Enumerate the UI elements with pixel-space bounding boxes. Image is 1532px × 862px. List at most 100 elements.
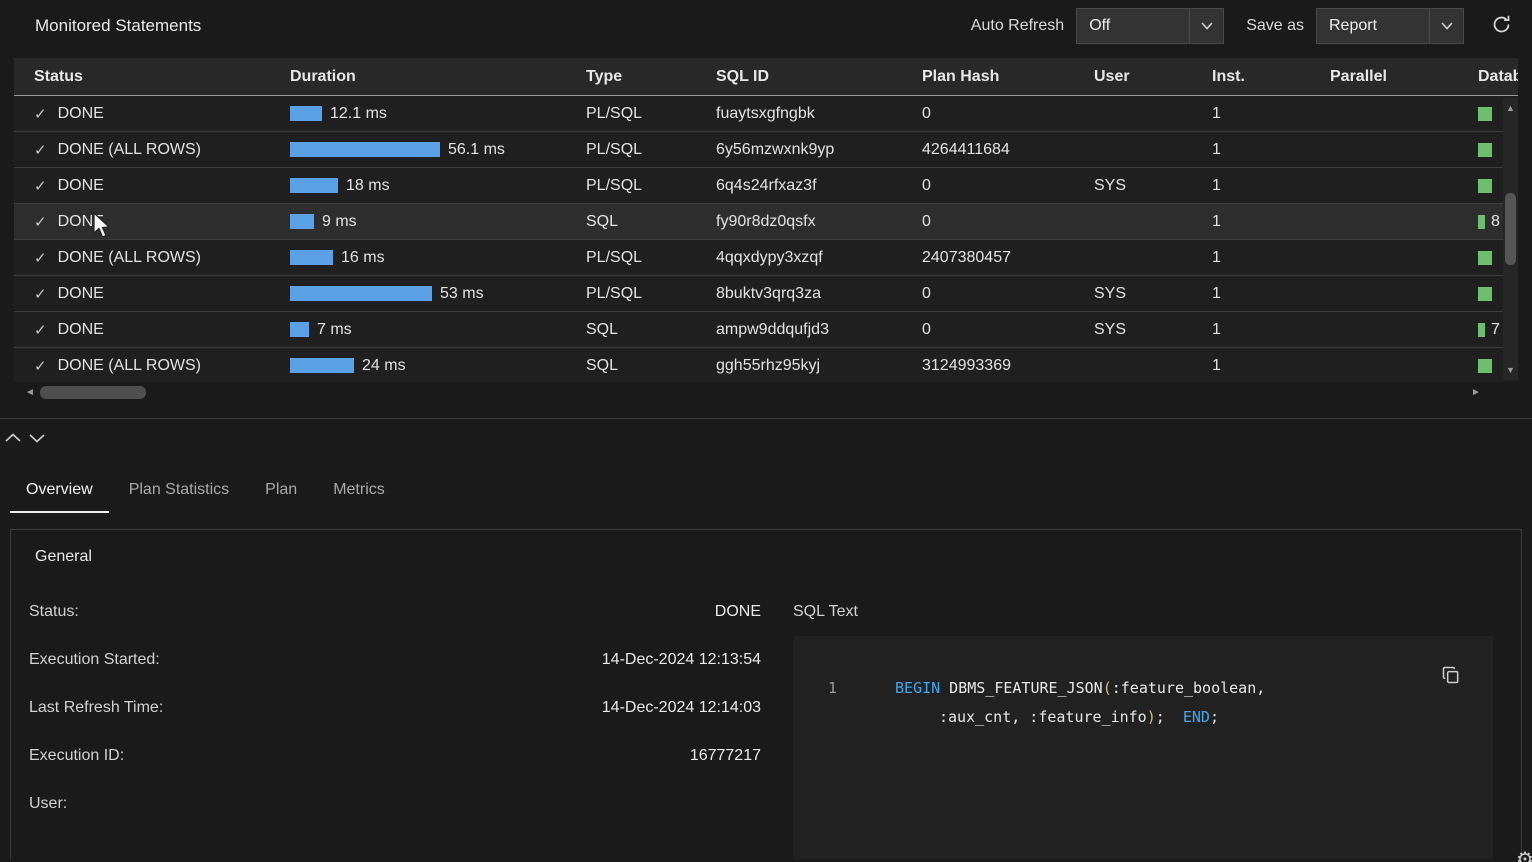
copy-button[interactable] [1437, 662, 1465, 690]
save-as-select[interactable]: Report [1316, 8, 1464, 44]
table-row[interactable]: ✓DONE (ALL ROWS) 24 ms SQL ggh55rhz95kyj… [14, 348, 1518, 382]
database-time-bar [1478, 215, 1485, 229]
column-header-inst[interactable]: Inst. [1192, 68, 1310, 86]
column-header-type[interactable]: Type [566, 68, 696, 86]
table-row[interactable]: ✓DONE 7 ms SQL ampw9ddqufjd3 0 SYS 1 7 [14, 312, 1518, 348]
sql-id-text: 8buktv3qrq3za [696, 285, 902, 303]
table-row[interactable]: ✓DONE 12.1 ms PL/SQL fuaytsxgfngbk 0 1 [14, 96, 1518, 132]
checkmark-icon: ✓ [34, 213, 47, 231]
database-time-bar [1478, 287, 1492, 301]
horizontal-scrollbar[interactable]: ◄ ► [14, 384, 1518, 404]
type-text: PL/SQL [566, 285, 696, 303]
duration-bar [290, 250, 333, 265]
general-section-title: General [27, 548, 1507, 566]
sql-id-text: fuaytsxgfngbk [696, 105, 902, 123]
column-header-status[interactable]: Status [14, 68, 270, 86]
sql-text-section: SQL Text 1BEGIN DBMS_FEATURE_JSON(:featu… [793, 588, 1507, 859]
type-text: PL/SQL [566, 141, 696, 159]
auto-refresh-select[interactable]: Off [1076, 8, 1224, 44]
field-execution-started: Execution Started: 14-Dec-2024 12:13:54 [29, 636, 767, 684]
plan-hash-text: 3124993369 [902, 357, 1074, 375]
tab-plan[interactable]: Plan [249, 471, 313, 513]
overview-panel: General Status: DONE Execution Started: … [10, 529, 1522, 859]
duration-text: 16 ms [341, 249, 385, 267]
copy-icon [1441, 665, 1461, 688]
field-last-refresh-time: Last Refresh Time: 14-Dec-2024 12:14:03 [29, 684, 767, 732]
table-row[interactable]: ✓DONE 18 ms PL/SQL 6q4s24rfxaz3f 0 SYS 1 [14, 168, 1518, 204]
duration-text: 56.1 ms [448, 141, 505, 159]
auto-refresh-value: Off [1077, 17, 1189, 35]
inst-text: 1 [1192, 357, 1310, 375]
scroll-down-arrow-icon[interactable]: ▼ [1503, 362, 1518, 378]
chevron-down-icon [29, 431, 45, 446]
checkmark-icon: ✓ [34, 177, 47, 195]
table-row[interactable]: ✓DONE (ALL ROWS) 56.1 ms PL/SQL 6y56mzwx… [14, 132, 1518, 168]
table-row[interactable]: ✓DONE (ALL ROWS) 16 ms PL/SQL 4qqxdypy3x… [14, 240, 1518, 276]
database-time-bar [1478, 251, 1492, 265]
table-row[interactable]: ✓DONE 9 ms SQL fy90r8dz0qsfx 0 1 8 [14, 204, 1518, 240]
top-bar: Monitored Statements Auto Refresh Off Sa… [0, 0, 1532, 52]
checkmark-icon: ✓ [34, 105, 47, 123]
status-text: DONE (ALL ROWS) [58, 141, 201, 159]
line-number: 1 [793, 674, 863, 703]
plan-hash-text: 0 [902, 177, 1074, 195]
expand-panel-button[interactable] [26, 427, 48, 449]
checkmark-icon: ✓ [34, 357, 47, 375]
scroll-left-arrow-icon[interactable]: ◄ [22, 384, 38, 400]
vertical-scrollbar[interactable]: ▲ ▼ [1503, 98, 1518, 380]
status-text: DONE [58, 177, 104, 195]
field-label: Execution Started: [29, 651, 160, 669]
tab-metrics[interactable]: Metrics [317, 471, 401, 513]
user-text: SYS [1074, 321, 1192, 339]
sql-text-label: SQL Text [793, 588, 1507, 636]
refresh-button[interactable] [1486, 11, 1516, 41]
table-row[interactable]: ✓DONE 53 ms PL/SQL 8buktv3qrq3za 0 SYS 1 [14, 276, 1518, 312]
scroll-up-arrow-icon[interactable]: ▲ [1503, 100, 1518, 116]
collapse-panel-button[interactable] [2, 427, 24, 449]
monitored-statements-table: Status Duration Type SQL ID Plan Hash Us… [14, 58, 1518, 404]
database-time-bar [1478, 107, 1492, 121]
checkmark-icon: ✓ [34, 141, 47, 159]
scroll-right-arrow-icon[interactable]: ► [1468, 384, 1484, 400]
checkmark-icon: ✓ [34, 321, 47, 339]
status-text: DONE [58, 213, 104, 231]
table-header-row: Status Duration Type SQL ID Plan Hash Us… [14, 58, 1518, 96]
column-header-sql-id[interactable]: SQL ID [696, 68, 902, 86]
plan-hash-text: 0 [902, 105, 1074, 123]
statements-rows: ✓DONE 12.1 ms PL/SQL fuaytsxgfngbk 0 1 ✓… [14, 96, 1518, 382]
column-header-user[interactable]: User [1074, 68, 1192, 86]
corner-gear-icon: ⚙ [1516, 847, 1532, 862]
column-header-duration[interactable]: Duration [270, 68, 566, 86]
field-label: Execution ID: [29, 747, 124, 765]
type-text: PL/SQL [566, 249, 696, 267]
plan-hash-text: 0 [902, 285, 1074, 303]
plan-hash-text: 0 [902, 213, 1074, 231]
tab-overview[interactable]: Overview [10, 471, 109, 513]
tab-plan-statistics[interactable]: Plan Statistics [113, 471, 245, 513]
sql-code-box: 1BEGIN DBMS_FEATURE_JSON(:feature_boolea… [793, 636, 1493, 859]
field-label: User: [29, 795, 67, 813]
sql-id-text: 4qqxdypy3xzqf [696, 249, 902, 267]
type-text: PL/SQL [566, 105, 696, 123]
duration-text: 12.1 ms [330, 105, 387, 123]
vertical-scrollbar-thumb[interactable] [1505, 193, 1516, 265]
chevron-down-icon [1189, 9, 1223, 43]
column-header-database-time[interactable]: Datab [1458, 68, 1518, 86]
type-text: SQL [566, 357, 696, 375]
duration-bar [290, 214, 314, 229]
database-time-bar [1478, 179, 1492, 193]
splitter-controls [0, 419, 1532, 457]
duration-bar [290, 178, 338, 193]
column-header-parallel[interactable]: Parallel [1310, 68, 1458, 86]
user-text: SYS [1074, 177, 1192, 195]
field-value: DONE [79, 603, 767, 621]
plan-hash-text: 0 [902, 321, 1074, 339]
column-header-plan-hash[interactable]: Plan Hash [902, 68, 1074, 86]
horizontal-scrollbar-thumb[interactable] [40, 386, 146, 399]
save-as-label: Save as [1246, 17, 1304, 35]
duration-bar [290, 106, 322, 121]
duration-bar [290, 142, 440, 157]
sql-id-text: fy90r8dz0qsfx [696, 213, 902, 231]
chevron-down-icon [1429, 9, 1463, 43]
field-status: Status: DONE [29, 588, 767, 636]
